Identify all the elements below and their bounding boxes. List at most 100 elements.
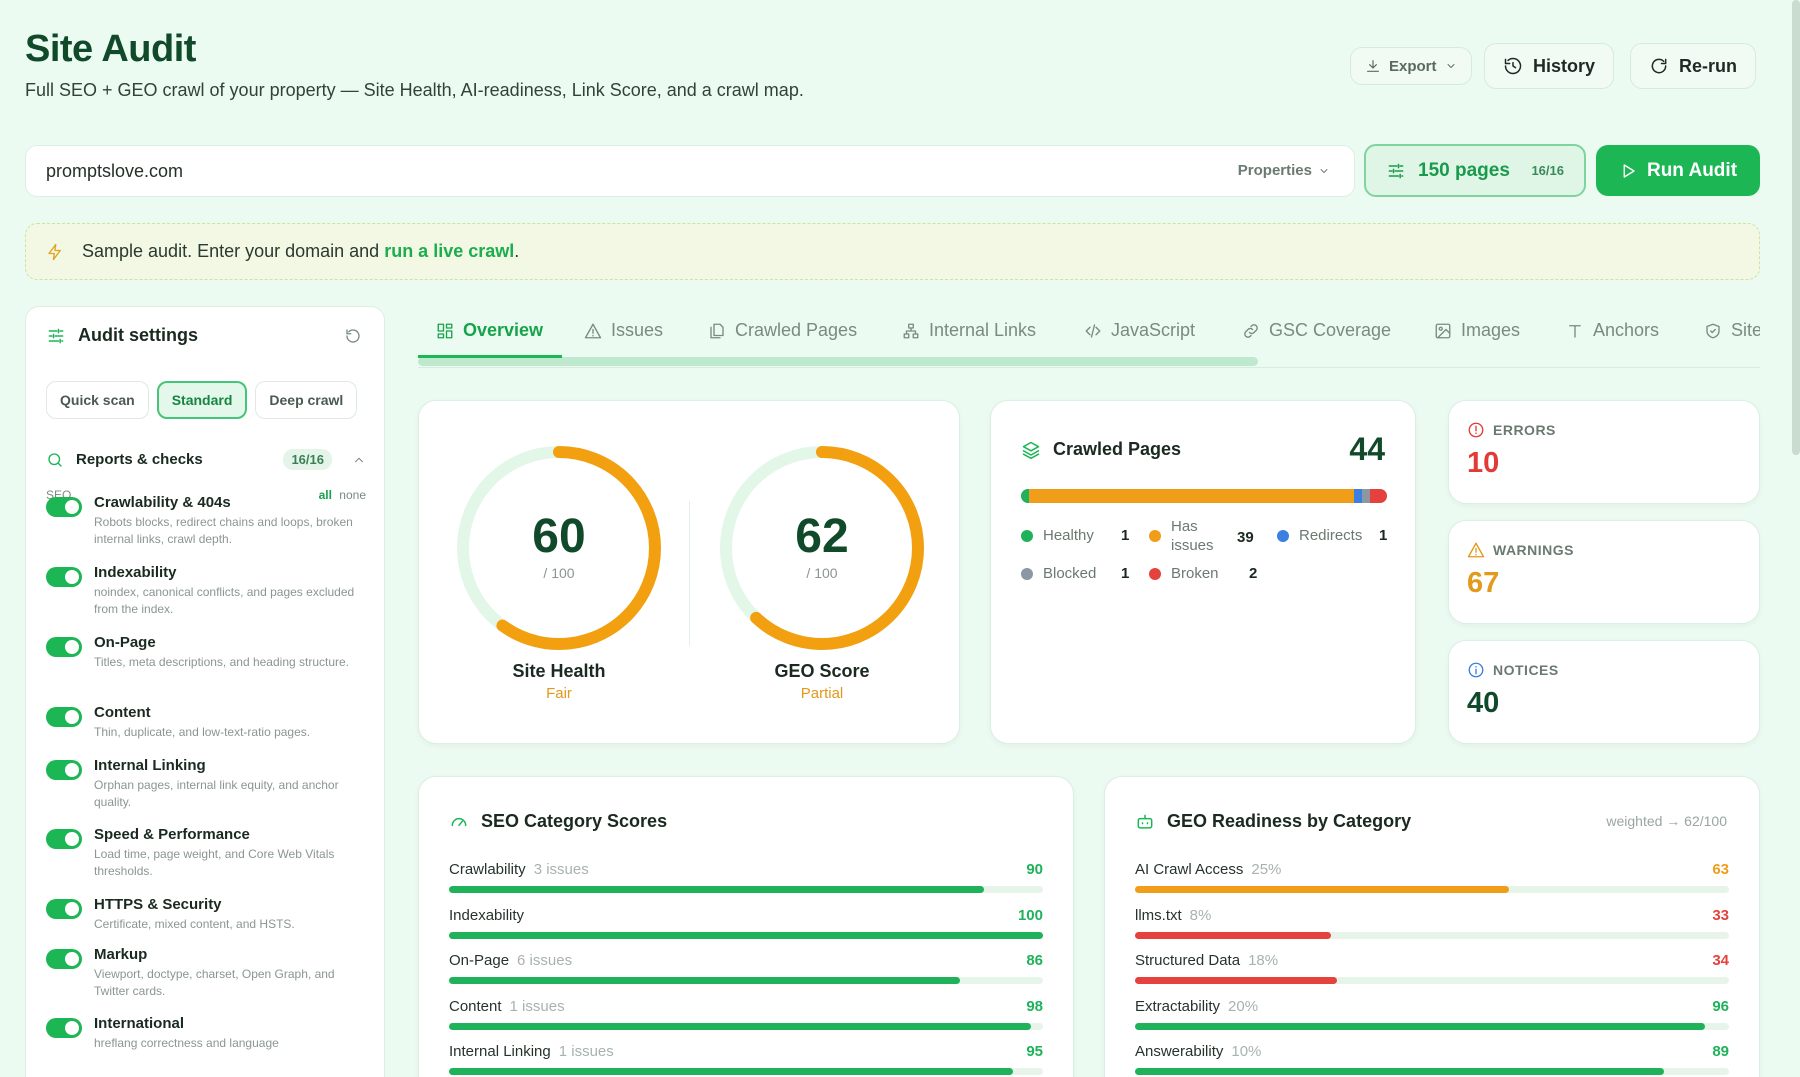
score-fill bbox=[449, 1068, 1014, 1075]
check-toggle[interactable] bbox=[46, 760, 82, 780]
live-crawl-link[interactable]: run a live crawl bbox=[384, 241, 514, 261]
warnings-card[interactable]: WARNINGS 67 bbox=[1448, 520, 1760, 624]
shield-icon bbox=[1704, 322, 1722, 340]
score-track bbox=[449, 977, 1043, 984]
mode-standard[interactable]: Standard bbox=[156, 381, 248, 419]
tab-gsc-coverage[interactable]: GSC Coverage bbox=[1242, 320, 1391, 341]
score-row-label: On-Page bbox=[449, 952, 510, 969]
score-fill bbox=[1135, 977, 1337, 984]
score-fill bbox=[449, 886, 984, 893]
check-toggle[interactable] bbox=[46, 1018, 82, 1038]
tab-internal-links[interactable]: Internal Links bbox=[902, 320, 1036, 341]
export-button[interactable]: Export bbox=[1350, 47, 1472, 85]
score-fill bbox=[1135, 886, 1510, 893]
check-toggle[interactable] bbox=[46, 567, 82, 587]
crawl-bar-segment bbox=[1370, 489, 1387, 503]
mode-deep-crawl[interactable]: Deep crawl bbox=[255, 381, 358, 419]
score-track bbox=[1135, 1068, 1729, 1075]
score-row-value: 89 bbox=[1712, 1043, 1729, 1060]
score-track bbox=[449, 886, 1043, 893]
check-description: hreflang correctness and language bbox=[94, 1036, 279, 1050]
check-name: Indexability bbox=[94, 564, 177, 581]
weighted-note: weighted → 62/100 bbox=[1606, 813, 1727, 829]
active-tab-indicator bbox=[418, 355, 562, 358]
select-none-link[interactable]: none bbox=[339, 488, 366, 502]
check-name: Content bbox=[94, 704, 151, 721]
tab-site[interactable]: Site bbox=[1704, 320, 1760, 341]
geo-score-label: GEO Score bbox=[774, 661, 870, 681]
score-row-value: 63 bbox=[1712, 861, 1729, 878]
legend-broken: Broken 2 bbox=[1149, 565, 1257, 582]
check-toggle[interactable] bbox=[46, 899, 82, 919]
crawled-pages-title: Crawled Pages bbox=[1053, 439, 1182, 459]
score-fill bbox=[1135, 931, 1332, 939]
crawl-bar-segment bbox=[1021, 489, 1030, 503]
score-fill bbox=[449, 977, 960, 984]
crawl-status-bar bbox=[1021, 489, 1387, 503]
geo-readiness-card: GEO Readiness by Category weighted → 62/… bbox=[1104, 776, 1760, 1077]
check-toggle[interactable] bbox=[46, 949, 82, 969]
chevron-down-icon bbox=[1445, 60, 1457, 72]
tab-javascript[interactable]: JavaScript bbox=[1084, 320, 1195, 341]
domain-value[interactable]: promptslove.com bbox=[46, 161, 183, 182]
score-row-sub: 10% bbox=[1231, 1043, 1262, 1060]
score-fill bbox=[1135, 1022, 1706, 1030]
mode-quick-scan[interactable]: Quick scan bbox=[46, 381, 149, 419]
tab-scrollbar[interactable] bbox=[418, 357, 1258, 366]
history-button[interactable]: History bbox=[1484, 43, 1615, 89]
check-name: Internal Linking bbox=[94, 757, 206, 774]
check-name: HTTPS & Security bbox=[94, 896, 222, 913]
rerun-button[interactable]: Re-run bbox=[1630, 43, 1756, 89]
reports-checks-header[interactable]: Reports & checks 16/16 bbox=[46, 449, 366, 470]
score-row-label: Indexability bbox=[449, 906, 525, 924]
check-description: Robots blocks, redirect chains and loops… bbox=[94, 515, 353, 546]
tab-overview[interactable]: Overview bbox=[436, 320, 543, 341]
legend-blocked: Blocked 1 bbox=[1021, 565, 1129, 582]
seo-category-scores-card: SEO Category Scores Crawlability 3 issues… bbox=[418, 776, 1074, 1077]
legend-redirects: Redirects 1 bbox=[1277, 527, 1387, 544]
check-description: Load time, page weight, and Core Web Vit… bbox=[94, 847, 335, 878]
page-subtitle: Full SEO + GEO crawl of your property — … bbox=[25, 80, 804, 100]
site-health-status: Fair bbox=[546, 685, 572, 702]
grid-icon bbox=[436, 322, 454, 340]
sliders-icon bbox=[1386, 161, 1406, 181]
score-row-sub: 25% bbox=[1251, 861, 1282, 878]
domain-input[interactable]: promptslove.com Properties bbox=[25, 145, 1355, 197]
notices-card[interactable]: NOTICES 40 bbox=[1448, 640, 1760, 744]
tab-issues[interactable]: Issues bbox=[584, 320, 663, 341]
check-description: noindex, canonical conflicts, and pages … bbox=[94, 585, 355, 616]
reset-icon[interactable] bbox=[344, 327, 362, 345]
check-toggle[interactable] bbox=[46, 497, 82, 517]
score-track bbox=[449, 1068, 1043, 1075]
tab-anchors[interactable]: Anchors bbox=[1566, 320, 1659, 341]
gauge-icon bbox=[449, 812, 469, 832]
properties-dropdown[interactable]: Properties bbox=[1238, 162, 1330, 179]
score-row-value: 90 bbox=[1026, 861, 1043, 878]
warning-icon bbox=[584, 322, 602, 340]
check-toggle[interactable] bbox=[46, 637, 82, 657]
select-all-link[interactable]: all bbox=[319, 488, 332, 502]
layers-icon bbox=[1021, 440, 1041, 460]
check-name: Crawlability & 404s bbox=[94, 494, 231, 511]
check-toggle[interactable] bbox=[46, 829, 82, 849]
tab-images[interactable]: Images bbox=[1434, 320, 1520, 341]
tab-crawled-pages[interactable]: Crawled Pages bbox=[708, 320, 857, 341]
notices-count: 40 bbox=[1467, 687, 1500, 719]
crawled-pages-total: 44 bbox=[1349, 431, 1385, 467]
score-row-value: 96 bbox=[1712, 997, 1729, 1015]
check-toggle[interactable] bbox=[46, 707, 82, 727]
errors-card[interactable]: ERRORS 10 bbox=[1448, 400, 1760, 504]
score-fill bbox=[449, 1022, 1032, 1030]
page-scrollbar[interactable] bbox=[1792, 0, 1800, 455]
crawl-bar-segment bbox=[1353, 489, 1363, 503]
geo-score-value: 62 bbox=[795, 510, 849, 563]
run-audit-button[interactable]: Run Audit bbox=[1596, 145, 1760, 196]
crawl-bar-segment bbox=[1029, 489, 1354, 503]
pages-limit-button[interactable]: 150 pages 16/16 bbox=[1364, 144, 1586, 197]
play-icon bbox=[1619, 162, 1637, 180]
score-row-label: Content bbox=[449, 997, 502, 1015]
score-row-value: 33 bbox=[1712, 906, 1729, 924]
geo-readiness-title: GEO Readiness by Category bbox=[1167, 811, 1412, 831]
warning-icon bbox=[1467, 541, 1485, 559]
site-health-denominator: / 100 bbox=[543, 565, 575, 581]
